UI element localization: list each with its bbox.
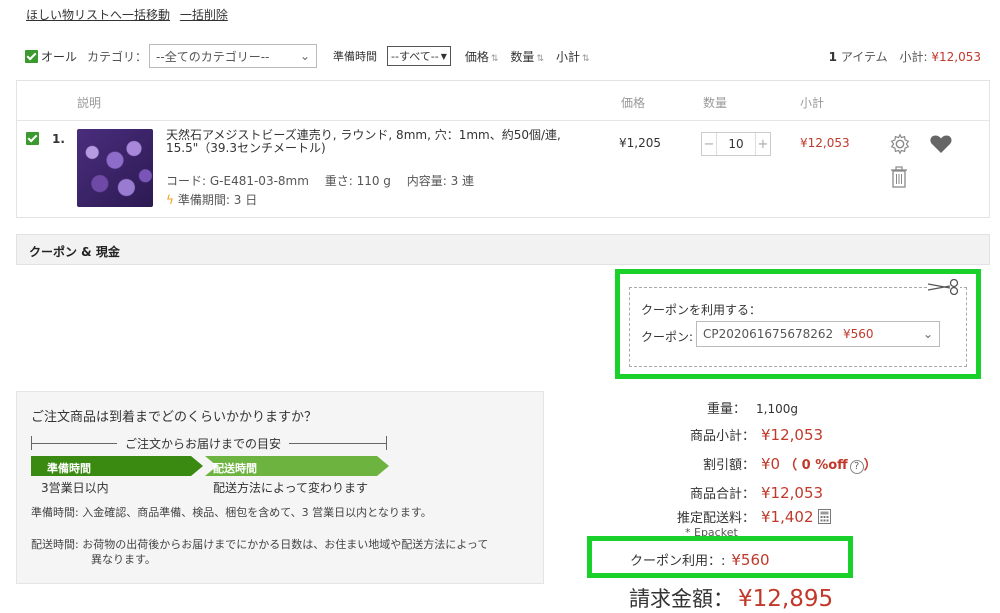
chevron-down-icon: ⌄ [299, 49, 311, 63]
coupon-section-title: クーポン & 現金 [29, 245, 120, 259]
select-all-checkbox[interactable] [25, 49, 38, 63]
prep-stage-desc: 3営業日以内 [41, 481, 109, 495]
coupon-used-label: クーポン利用：: [630, 554, 726, 569]
lightning-icon: ϟ [166, 192, 174, 207]
shipping-value: ¥1,402 [761, 508, 814, 526]
ship-stage-desc: 配送方法によって変わります [213, 481, 369, 495]
coupon-box: クーポンを利用する： クーポン: CP202061675678262 ¥560 … [629, 279, 967, 367]
prep-stage-label: 準備時間 [47, 462, 91, 475]
category-label: カテゴリ： [87, 49, 148, 64]
grand-total-value: ¥12,895 [738, 586, 834, 612]
item-checkbox[interactable] [26, 132, 39, 145]
cart-subtotal-label: 小計: [899, 50, 928, 64]
quantity-input[interactable]: 10 [716, 133, 756, 155]
item-unit: アイテム [840, 50, 888, 64]
weight-label: 重量： [706, 402, 746, 417]
move-to-wishlist-link[interactable]: ほしい物リストへ一括移動 [26, 8, 170, 22]
discount-percent: （ 0 %off [784, 458, 848, 473]
discount-percent-end: ） [863, 458, 877, 473]
item-index: 1. [52, 132, 65, 146]
product-meta: コード: G-E481-03-8mm 重さ: 110 g 内容量: 3 連 [166, 174, 475, 188]
header-qty: 数量 [703, 96, 728, 110]
help-icon[interactable]: ? [849, 460, 864, 474]
goods-total-value: ¥12,053 [761, 484, 824, 502]
delivery-question: ご注文商品は到着までどのくらいかかりますか？ [31, 410, 318, 425]
cart-table: 説明 価格 数量 小計 1. 天然石アメジストビーズ連売り, ラウンド, 8mm… [16, 80, 990, 218]
subtotal-value: ¥12,053 [761, 426, 824, 444]
trash-icon[interactable] [890, 166, 908, 188]
timeline-caption: ご注文からお届けまでの目安 [117, 435, 290, 452]
heart-icon[interactable] [929, 133, 953, 155]
coupon-select[interactable]: CP202061675678262 ¥560 ⌄ [696, 321, 940, 347]
use-coupon-label: クーポンを利用する： [641, 303, 762, 317]
prep-time-label: 準備時間 [333, 50, 378, 63]
subtotal-label: 商品小計： [689, 429, 755, 444]
ship-stage-label: 配送時間 [213, 462, 257, 475]
prep-period: 準備期間: 3 日 [177, 193, 258, 207]
sort-icon: ⇅ [582, 53, 590, 64]
sort-price-button[interactable]: 価格 ⇅ [465, 48, 499, 65]
caret-down-icon: ▼ [440, 51, 447, 61]
prep-time-select[interactable]: --すべて-- ▼ [387, 46, 451, 66]
goods-total-label: 商品合計： [689, 487, 755, 502]
delivery-info-box: ご注文商品は到着までどのくらいかかりますか？ ご注文からお届けまでの目安 準備時… [16, 391, 544, 584]
sort-icon: ⇅ [490, 53, 499, 64]
weight-value: 1,100g [756, 402, 798, 416]
category-select[interactable]: --全てのカテゴリー-- ⌄ [149, 44, 318, 68]
calculator-icon[interactable] [817, 509, 831, 524]
discount-label: 割引額： [702, 458, 755, 473]
item-count: 1 [828, 50, 838, 64]
cart-summary: 1 アイテム 小計: ¥12,053 [829, 48, 981, 65]
scissors-icon [928, 279, 960, 295]
gear-icon[interactable] [889, 133, 911, 155]
coupon-label: クーポン: [641, 330, 694, 344]
item-subtotal: ¥12,053 [800, 136, 850, 150]
prep-time-note: 準備時間: 入金確認、商品準備、検品、梱包を含めて、3 営業日以内となります。 [31, 506, 432, 519]
select-all-label: オール [41, 49, 78, 64]
header-price: 価格 [621, 96, 646, 110]
delete-all-link[interactable]: 一括削除 [180, 8, 228, 22]
shipping-label: 推定配送料： [676, 511, 755, 526]
table-row: 1. 天然石アメジストビーズ連売り, ラウンド, 8mm, 穴：1mm、約50個… [17, 121, 989, 217]
coupon-highlight: クーポンを利用する： クーポン: CP202061675678262 ¥560 … [615, 269, 981, 379]
coupon-amount: ¥560 [842, 327, 874, 341]
timeline-caption-row: ご注文からお届けまでの目安 [31, 435, 387, 452]
coupon-section-header: クーポン & 現金 [16, 234, 990, 265]
sort-subtotal-button[interactable]: 小計 ⇅ [556, 48, 590, 65]
cart-subtotal-value: ¥12,053 [931, 50, 981, 64]
order-summary: 重量： 1,100g 商品小計： ¥12,053 割引額： ¥0 （ 0 %of… [585, 395, 885, 612]
decrement-button[interactable]: − [702, 133, 716, 155]
increment-button[interactable]: + [756, 133, 770, 155]
chevron-down-icon: ⌄ [922, 327, 933, 341]
sort-qty-button[interactable]: 数量 ⇅ [510, 48, 544, 65]
sort-icon: ⇅ [536, 53, 544, 64]
header-description: 説明 [77, 96, 102, 110]
quantity-stepper: − 10 + [701, 132, 771, 156]
item-price: ¥1,205 [619, 136, 661, 150]
coupon-used-highlight: クーポン利用：: ¥560 [587, 536, 853, 578]
grand-total-label: 請求金額： [629, 587, 734, 611]
product-title-link[interactable]: 天然石アメジストビーズ連売り, ラウンド, 8mm, 穴：1mm、約50個/連,… [166, 129, 566, 155]
prep-time-value: --すべて-- [391, 50, 439, 63]
table-header: 説明 価格 数量 小計 [17, 81, 989, 121]
coupon-used-value: ¥560 [731, 551, 770, 569]
product-thumbnail[interactable] [77, 129, 153, 207]
category-select-value: --全てのカテゴリー-- [156, 49, 270, 64]
discount-value: ¥0 [761, 455, 781, 473]
coupon-code: CP202061675678262 [703, 327, 834, 341]
header-subtotal: 小計 [800, 96, 825, 110]
ship-time-note: 配送時間: お荷物の出荷後からお届けまでにかかる日数は、お住まい地域や配送方法に… [31, 538, 489, 566]
